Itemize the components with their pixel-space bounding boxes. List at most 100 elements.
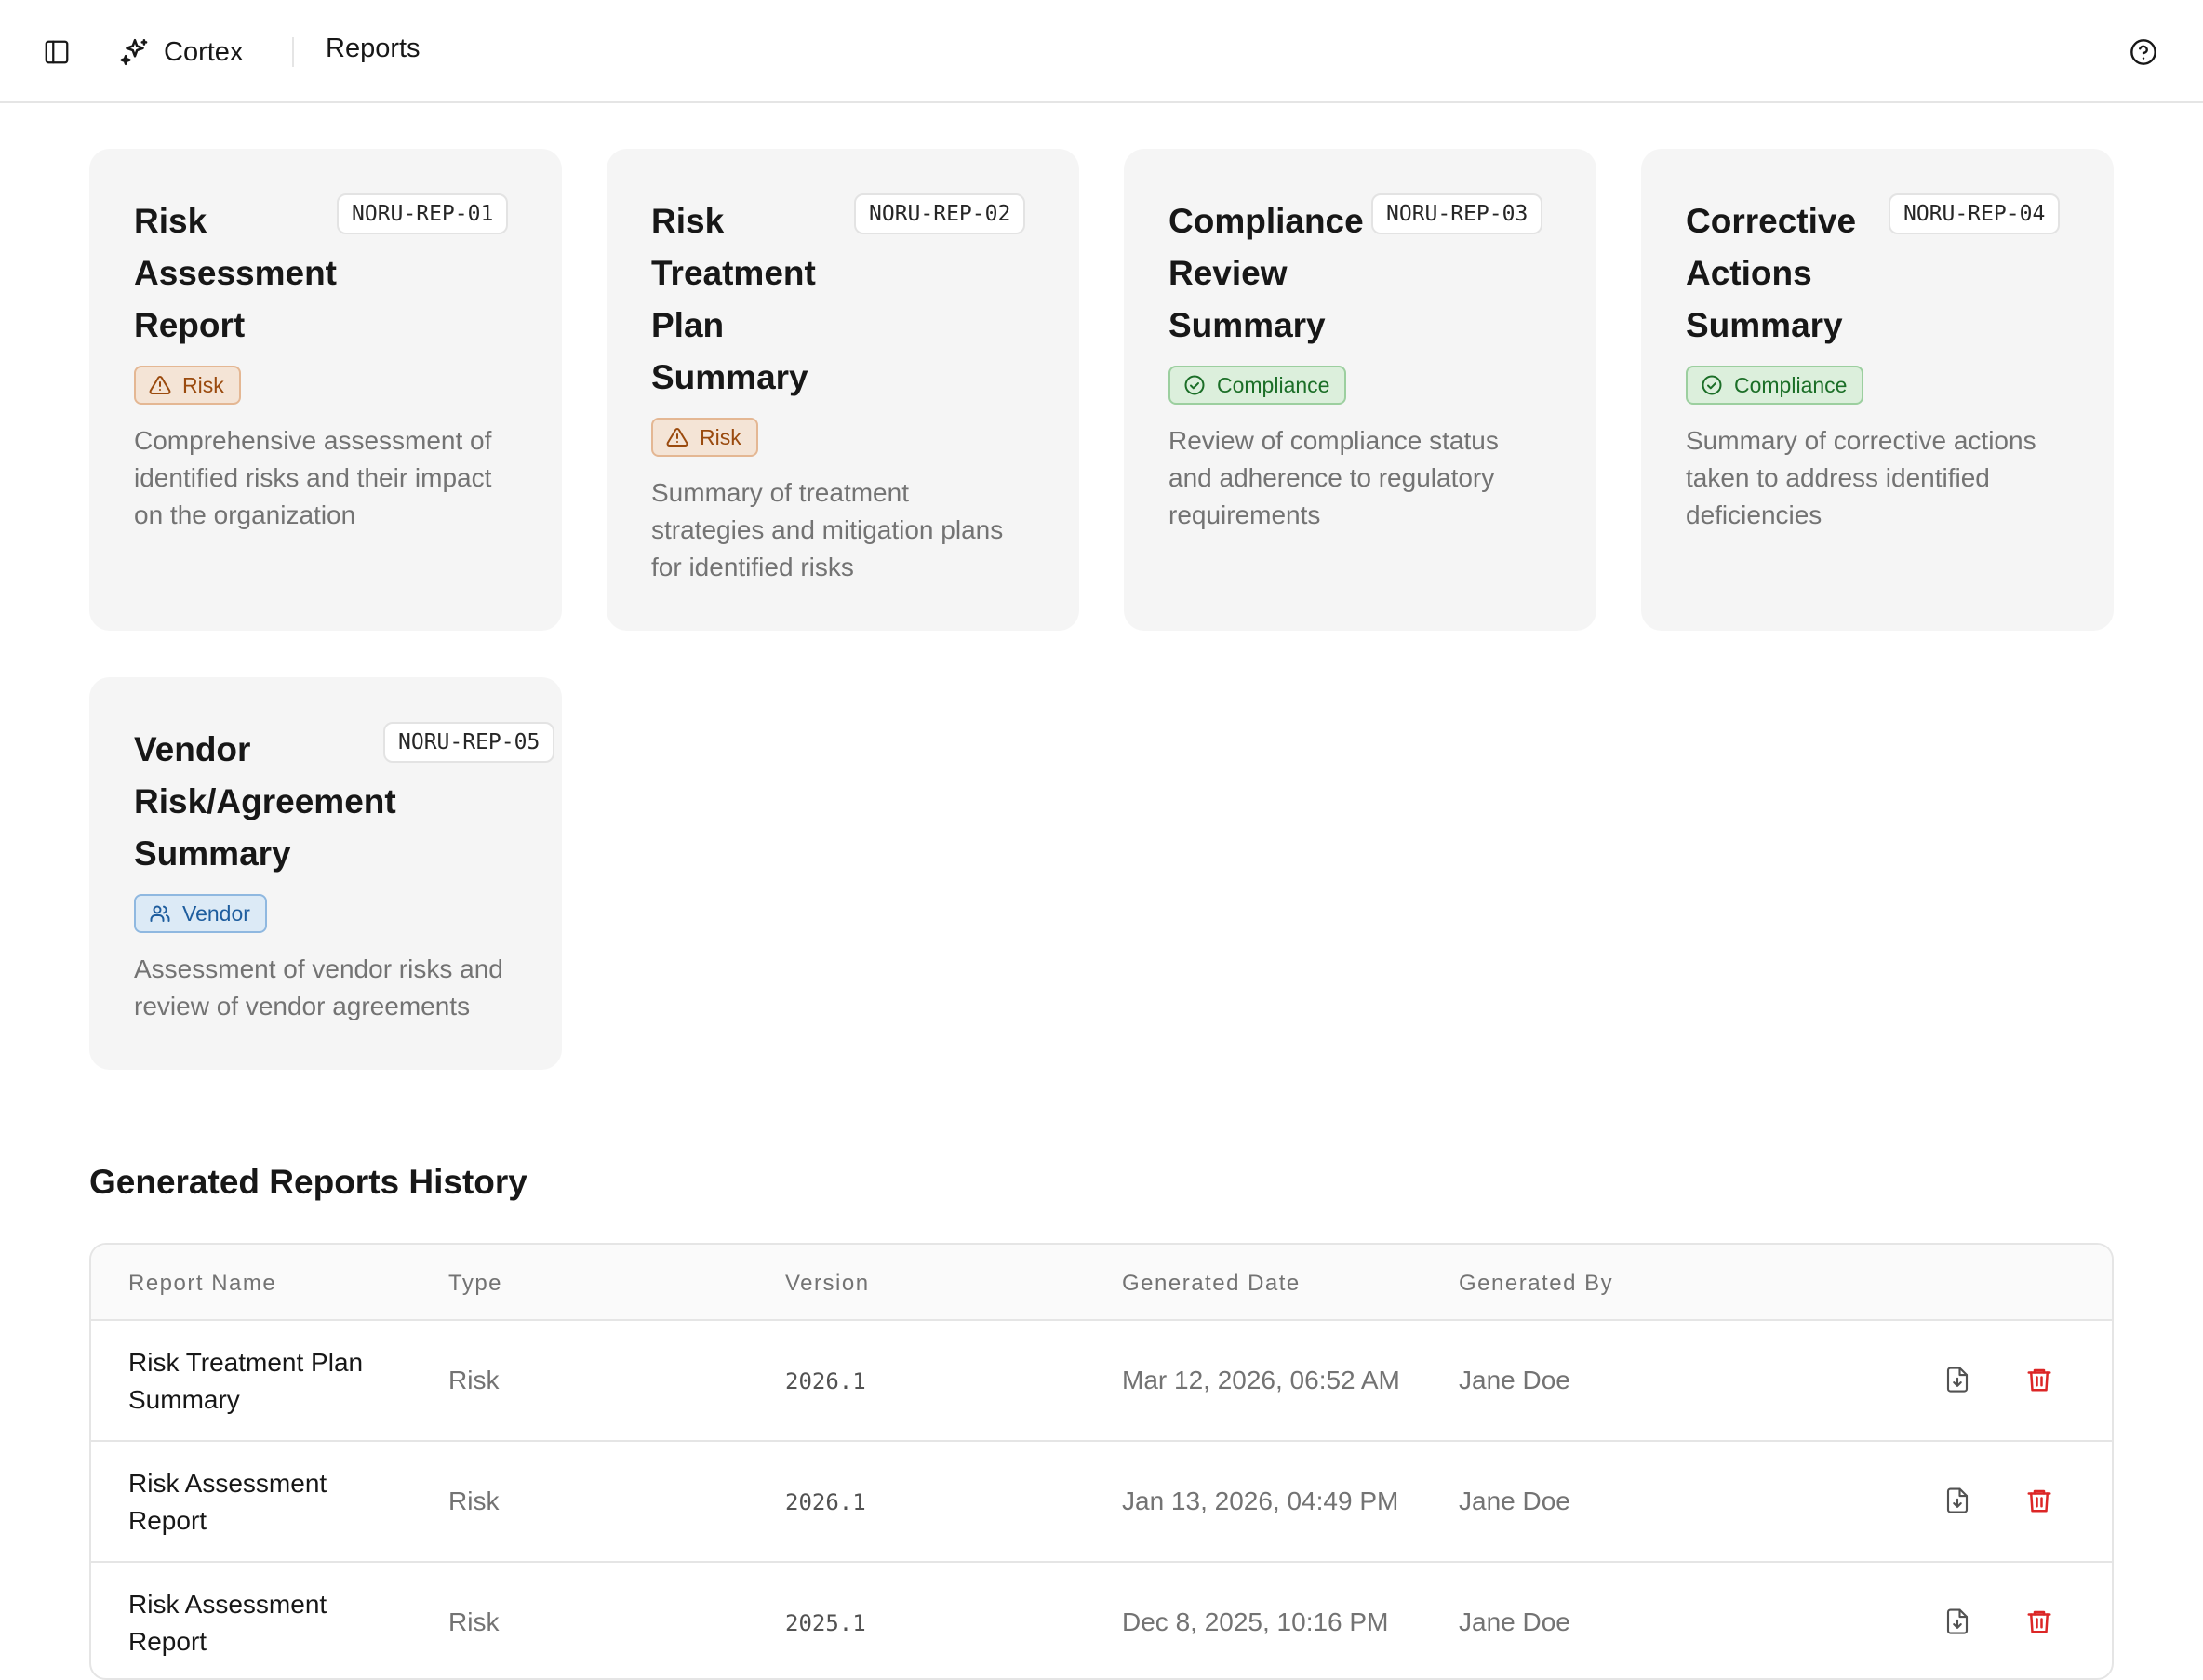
card-title-line: Vendor — [134, 730, 251, 768]
tag-label: Risk — [700, 424, 741, 449]
risk-tag: Risk — [134, 366, 241, 405]
report-card-vendor-risk-agreement[interactable]: Vendor Risk/Agreement Summary NORU-REP-0… — [89, 677, 562, 1070]
table-row[interactable]: Risk Assessment Report Risk 2026.1 Jan 1… — [91, 1442, 2112, 1563]
brand-link[interactable]: Cortex — [119, 32, 243, 73]
download-button[interactable] — [1939, 1603, 1976, 1640]
generated-by-cell: Jane Doe — [1459, 1487, 1570, 1515]
generated-by-cell: Jane Doe — [1459, 1366, 1570, 1394]
card-title-line: Corrective — [1686, 202, 1857, 240]
check-circle-icon — [1702, 375, 1722, 395]
card-description: Assessment of vendor risks and review of… — [134, 951, 525, 1025]
column-header-type[interactable]: Type — [448, 1271, 502, 1297]
card-description-line: deficiencies — [1686, 500, 1822, 529]
help-button[interactable] — [2127, 35, 2160, 69]
report-name-cell: Risk Assessment Report — [128, 1586, 435, 1660]
card-description: Comprehensive assessment of identified r… — [134, 422, 525, 534]
history-section-title: Generated Reports History — [89, 1163, 527, 1201]
card-description-line: Comprehensive assessment of — [134, 426, 492, 455]
report-card-risk-treatment-plan[interactable]: Risk Treatment Plan Summary NORU-REP-02 … — [607, 149, 1079, 631]
column-header-generated-by[interactable]: Generated By — [1459, 1271, 1613, 1297]
report-card-risk-assessment[interactable]: Risk Assessment Report NORU-REP-01 Risk … — [89, 149, 562, 631]
card-description-line: taken to address identified — [1686, 463, 1990, 492]
type-cell: Risk — [448, 1607, 500, 1636]
card-description-line: requirements — [1168, 500, 1321, 529]
card-title-line: Compliance — [1168, 202, 1364, 240]
card-title-line: Treatment — [651, 254, 816, 292]
file-download-icon — [1946, 1367, 1969, 1393]
card-title: Compliance Review Summary — [1168, 195, 1364, 352]
compliance-tag: Compliance — [1168, 366, 1347, 405]
trash-icon — [2027, 1489, 2051, 1513]
card-description: Summary of treatment strategies and miti… — [651, 474, 1042, 586]
report-code-badge: NORU-REP-03 — [1371, 193, 1543, 234]
report-name-line: Risk Assessment — [128, 1469, 327, 1498]
users-icon — [150, 905, 170, 922]
type-cell: Risk — [448, 1487, 500, 1515]
card-description-line: Review of compliance status — [1168, 426, 1499, 455]
breadcrumb-reports[interactable]: Reports — [326, 33, 421, 64]
file-download-icon — [1946, 1487, 1969, 1513]
card-title-line: Review — [1168, 254, 1288, 292]
card-title-line: Actions — [1686, 254, 1812, 292]
delete-button[interactable] — [2021, 1603, 2058, 1640]
tag-label: Risk — [182, 372, 224, 397]
check-circle-icon — [1184, 375, 1205, 395]
table-header: Report Name Type Version Generated Date … — [91, 1245, 2112, 1321]
column-header-version[interactable]: Version — [785, 1271, 870, 1297]
delete-button[interactable] — [2021, 1482, 2058, 1519]
report-card-compliance-review[interactable]: Compliance Review Summary NORU-REP-03 Co… — [1124, 149, 1596, 631]
report-code-badge: NORU-REP-04 — [1889, 193, 2061, 234]
report-name-line: Risk Treatment Plan — [128, 1348, 364, 1377]
card-title-line: Summary — [1168, 306, 1326, 344]
report-name-cell: Risk Treatment Plan Summary — [128, 1344, 435, 1419]
card-title: Risk Assessment Report — [134, 195, 337, 352]
card-title-line: Summary — [651, 358, 808, 396]
card-title-line: Summary — [134, 834, 291, 873]
card-title: Corrective Actions Summary — [1686, 195, 1856, 352]
card-description: Review of compliance status and adherenc… — [1168, 422, 1559, 534]
card-description-line: strategies and mitigation plans — [651, 515, 1004, 544]
version-cell: 2026.1 — [785, 1368, 866, 1394]
card-title-line: Risk/Agreement — [134, 782, 396, 820]
compliance-tag: Compliance — [1686, 366, 1864, 405]
report-name-line: Report — [128, 1627, 207, 1656]
sparkles-icon — [120, 38, 148, 66]
type-cell: Risk — [448, 1366, 500, 1394]
card-title: Vendor Risk/Agreement Summary — [134, 724, 396, 880]
card-description-line: for identified risks — [651, 553, 854, 581]
card-title-line: Summary — [1686, 306, 1843, 344]
report-code-badge: NORU-REP-01 — [337, 193, 509, 234]
delete-button[interactable] — [2021, 1361, 2058, 1398]
report-name-line: Risk Assessment — [128, 1590, 327, 1619]
sidebar-toggle-icon — [45, 40, 69, 64]
alert-triangle-icon — [666, 427, 688, 447]
report-name-cell: Risk Assessment Report — [128, 1465, 435, 1540]
report-card-corrective-actions[interactable]: Corrective Actions Summary NORU-REP-04 C… — [1641, 149, 2114, 631]
version-cell: 2026.1 — [785, 1489, 866, 1515]
table-row[interactable]: Risk Treatment Plan Summary Risk 2026.1 … — [91, 1321, 2112, 1442]
download-button[interactable] — [1939, 1361, 1976, 1398]
card-title-line: Assessment — [134, 254, 338, 292]
report-name-line: Report — [128, 1506, 207, 1535]
top-bar: Cortex Reports — [0, 0, 2203, 103]
trash-icon — [2027, 1610, 2051, 1633]
generated-date-cell: Mar 12, 2026, 06:52 AM — [1122, 1366, 1400, 1394]
sidebar-toggle-button[interactable] — [41, 36, 73, 68]
card-description-line: Summary of corrective actions — [1686, 426, 2036, 455]
generated-by-cell: Jane Doe — [1459, 1607, 1570, 1636]
report-name-line: Summary — [128, 1385, 240, 1414]
risk-tag: Risk — [651, 418, 758, 457]
version-cell: 2025.1 — [785, 1610, 866, 1636]
card-description-line: Summary of treatment — [651, 478, 909, 507]
card-description-line: and adherence to regulatory — [1168, 463, 1495, 492]
table-row[interactable]: Risk Assessment Report Risk 2025.1 Dec 8… — [91, 1563, 2112, 1678]
help-circle-icon — [2130, 39, 2156, 65]
report-code-badge: NORU-REP-05 — [383, 722, 555, 763]
tag-label: Vendor — [182, 900, 250, 926]
generated-date-cell: Jan 13, 2026, 04:49 PM — [1122, 1487, 1399, 1515]
reports-history-table: Report Name Type Version Generated Date … — [89, 1243, 2114, 1680]
column-header-report-name[interactable]: Report Name — [128, 1271, 276, 1297]
column-header-generated-date[interactable]: Generated Date — [1122, 1271, 1301, 1297]
download-button[interactable] — [1939, 1482, 1976, 1519]
card-title-line: Report — [134, 306, 246, 344]
